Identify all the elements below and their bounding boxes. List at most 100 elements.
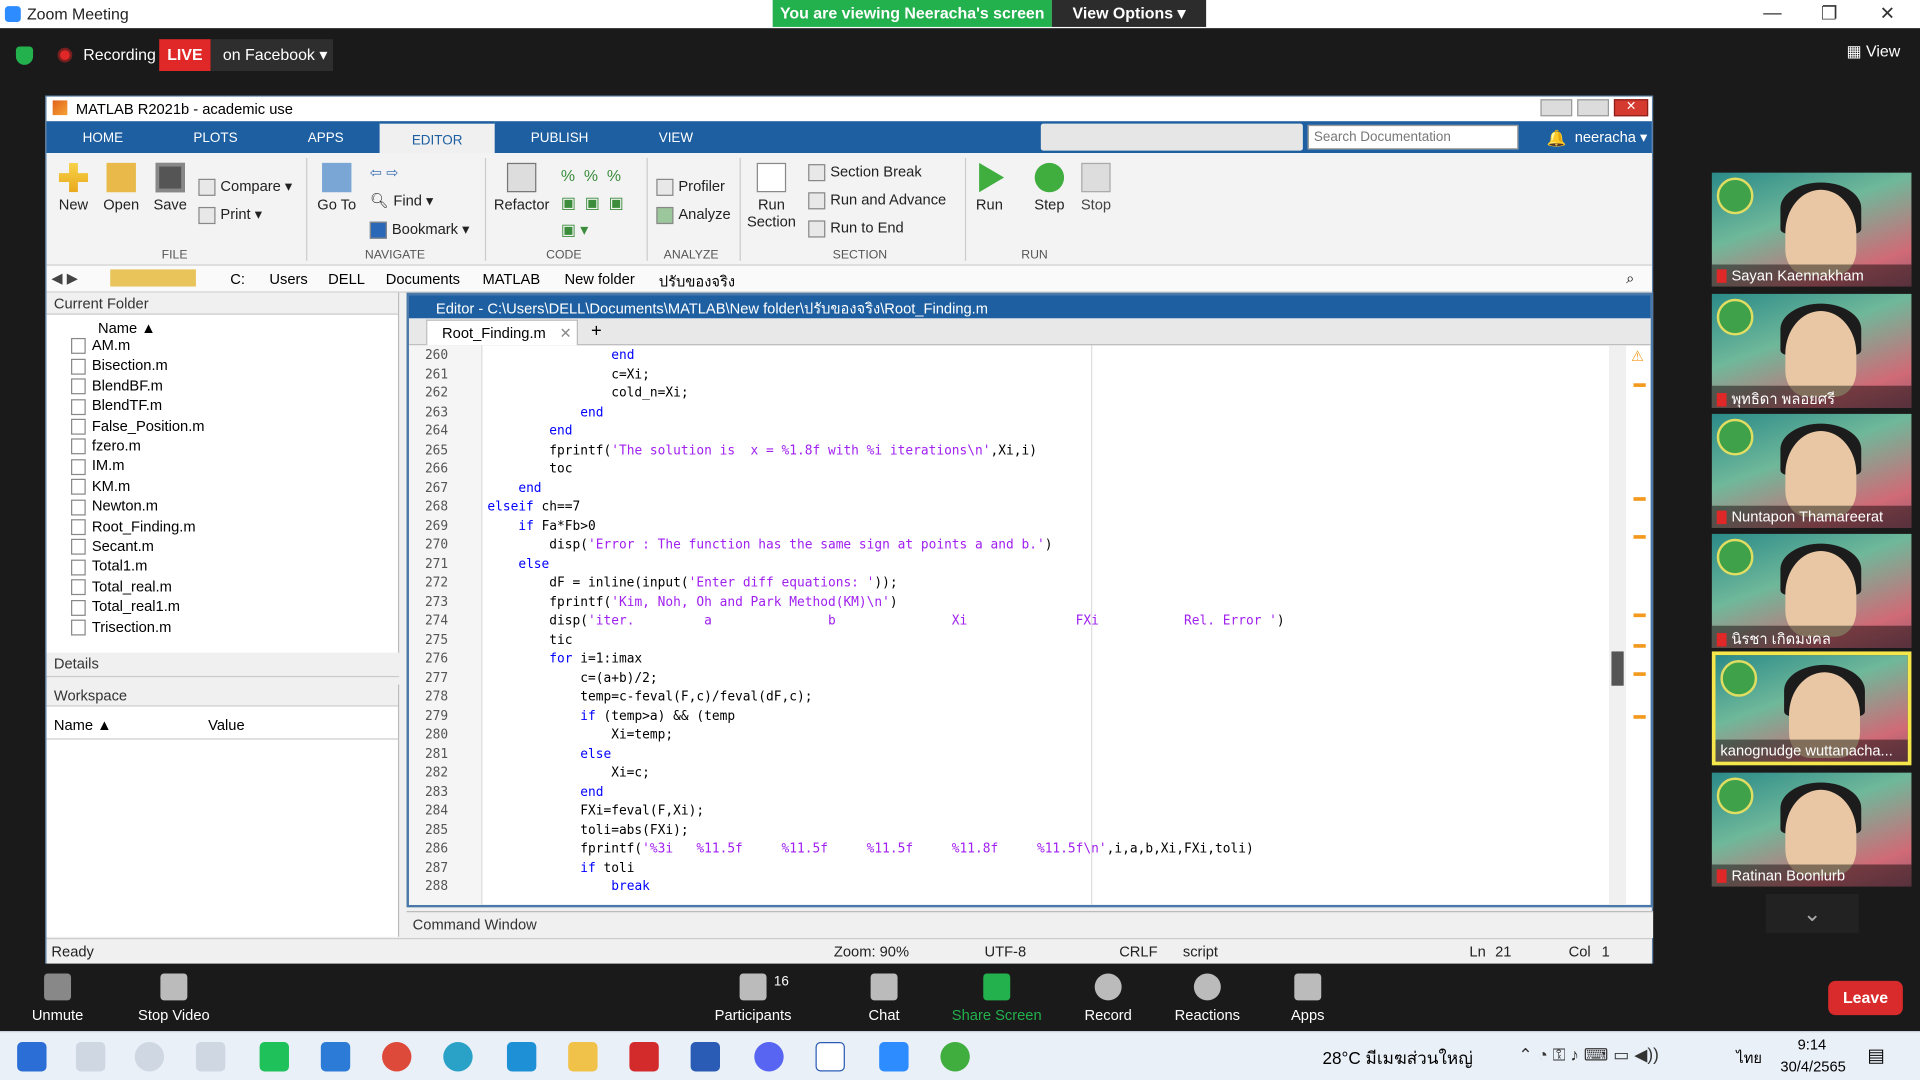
editor-scrollbar[interactable] <box>1608 345 1627 905</box>
profiler-button[interactable]: Profiler <box>656 178 725 196</box>
crumb-documents[interactable]: Documents <box>386 271 460 288</box>
file-item[interactable]: BlendTF.m <box>71 397 162 415</box>
file-item[interactable]: IM.m <box>71 457 124 475</box>
code-analyzer-mark[interactable] <box>1633 715 1646 719</box>
edge-icon[interactable] <box>443 1042 473 1072</box>
record-button[interactable]: Record <box>1080 973 1136 1024</box>
ws-name-column[interactable]: Name ▲ <box>54 716 112 733</box>
tab-home[interactable]: HOME <box>69 121 138 153</box>
more-participants-chevron-icon[interactable]: ⌄ <box>1765 893 1859 934</box>
run-to-end-button[interactable]: Run to End <box>808 219 904 238</box>
file-item[interactable]: False_Position.m <box>71 417 205 435</box>
discord-icon[interactable] <box>754 1042 784 1072</box>
file-item[interactable]: Root_Finding.m <box>71 517 196 536</box>
back-forward-arrows[interactable]: ⇦ ⇨ <box>370 164 399 181</box>
run-and-advance-button[interactable]: Run and Advance <box>808 191 946 210</box>
reactions-button[interactable]: Reactions <box>1171 973 1244 1024</box>
code-analyzer-mark[interactable] <box>1633 644 1646 648</box>
search-documentation-input[interactable]: Search Documentation <box>1307 124 1519 150</box>
code-line[interactable]: end <box>487 348 634 363</box>
stop-button[interactable]: Stop <box>1078 162 1115 213</box>
leave-button[interactable]: Leave <box>1828 980 1903 1016</box>
code-line[interactable]: end <box>487 784 603 799</box>
chrome-icon[interactable] <box>382 1042 412 1072</box>
code-line[interactable]: elseif ch==7 <box>487 500 580 515</box>
file-item[interactable]: Secant.m <box>71 538 154 556</box>
code-analyzer-mark[interactable] <box>1633 497 1646 501</box>
zoom-taskbar-icon[interactable] <box>879 1042 909 1072</box>
file-item[interactable]: Total1.m <box>71 558 147 576</box>
name-column-header[interactable]: Name ▲ <box>98 320 156 337</box>
code-line[interactable]: else <box>487 557 549 572</box>
code-line[interactable]: for i=1:imax <box>487 651 642 666</box>
run-button[interactable]: Run <box>972 162 1006 213</box>
code-line[interactable]: fprintf('Kim, Noh, Oh and Park Method(KM… <box>487 594 897 609</box>
code-line[interactable]: if toli <box>487 860 634 875</box>
crumb-drive[interactable]: C: <box>230 271 245 288</box>
tab-plots[interactable]: PLOTS <box>181 121 250 153</box>
code-analyzer-mark[interactable] <box>1633 672 1646 676</box>
file-item[interactable]: KM.m <box>71 477 130 495</box>
code-line[interactable]: c=(a+b)/2; <box>487 670 657 685</box>
refactor-button[interactable]: Refactor <box>492 162 551 213</box>
ml-close-icon[interactable]: ✕ <box>1613 99 1649 117</box>
code-line[interactable]: break <box>487 879 650 894</box>
code-line[interactable]: cold_n=Xi; <box>487 386 688 401</box>
input-language[interactable]: ไทย <box>1736 1047 1762 1070</box>
minimize-icon[interactable]: — <box>1763 2 1781 23</box>
crumb-new-folder[interactable]: New folder <box>564 271 634 288</box>
ml-minimize-icon[interactable] <box>1540 99 1573 117</box>
crumb-matlab[interactable]: MATLAB <box>482 271 540 288</box>
code-line[interactable]: dF = inline(input('Enter diff equations:… <box>487 576 897 591</box>
tab-editor[interactable]: EDITOR <box>379 121 495 154</box>
step-button[interactable]: Step <box>1031 162 1068 213</box>
crumb-dell[interactable]: DELL <box>328 271 365 288</box>
ml-restore-icon[interactable] <box>1577 99 1609 117</box>
clock-time[interactable]: 9:14 <box>1798 1036 1827 1053</box>
code-line[interactable]: end <box>487 481 541 496</box>
code-line[interactable]: else <box>487 746 611 761</box>
cortana-icon[interactable] <box>134 1042 165 1072</box>
code-line[interactable]: Xi=temp; <box>487 727 673 742</box>
file-explorer-icon[interactable] <box>568 1042 598 1072</box>
file-item[interactable]: Total_real1.m <box>71 598 180 616</box>
task-view-icon[interactable] <box>195 1042 226 1072</box>
participant-tile[interactable]: Ratinan Boonlurb <box>1711 772 1912 887</box>
code-line[interactable]: FXi=feval(F,Xi); <box>487 803 704 818</box>
code-line[interactable]: Xi=c; <box>487 765 650 780</box>
file-item[interactable]: Newton.m <box>71 497 158 515</box>
code-line[interactable]: if Fa*Fb>0 <box>487 519 595 534</box>
code-line[interactable]: fprintf('The solution is x = %1.8f with … <box>487 443 1037 458</box>
code-line[interactable]: end <box>487 405 603 420</box>
participant-tile[interactable]: Nuntapon Thamareerat <box>1711 413 1912 528</box>
word-icon[interactable] <box>690 1042 721 1072</box>
file-item[interactable]: BlendBF.m <box>71 377 163 395</box>
notification-bell-icon[interactable]: 🔔 <box>1547 129 1567 149</box>
code-line[interactable]: disp('iter. a b Xi FXi Rel. Error ') <box>487 613 1284 628</box>
address-search-icon[interactable]: ⌕ <box>1626 269 1634 287</box>
code-line[interactable]: end <box>487 424 572 439</box>
tab-view[interactable]: VIEW <box>644 121 708 153</box>
code-analyzer-mark[interactable] <box>1633 535 1646 539</box>
tab-apps[interactable]: APPS <box>291 121 360 153</box>
new-button[interactable]: New <box>56 162 90 213</box>
open-button[interactable]: Open <box>103 162 140 213</box>
restore-icon[interactable]: ❐ <box>1821 2 1837 25</box>
clock-date[interactable]: 30/4/2565 <box>1780 1058 1845 1075</box>
file-item[interactable]: fzero.m <box>71 437 141 455</box>
run-section-button[interactable]: Run Section <box>747 162 796 230</box>
notifications-icon[interactable]: ▤ <box>1867 1044 1884 1067</box>
system-tray-icons[interactable]: ⌃ ◔ ⚿ ♪ ⌨ ▭ ◀)) <box>1518 1044 1658 1065</box>
code-tools-icons[interactable]: % % % ▣ ▣ ▣ ▣ ▾ <box>561 163 644 239</box>
section-break-button[interactable]: Section Break <box>808 163 922 182</box>
mail-icon[interactable] <box>320 1042 351 1072</box>
details-panel[interactable]: Details <box>46 652 400 678</box>
crumb-subfolder[interactable]: ปรับของจริง <box>659 271 735 294</box>
chat-button[interactable]: Chat <box>857 973 911 1024</box>
code-line[interactable]: temp=c-feval(F,c)/feval(dF,c); <box>487 689 812 704</box>
code-line[interactable]: toli=abs(FXi); <box>487 822 688 837</box>
participant-tile[interactable]: Sayan Kaennakham <box>1711 172 1912 287</box>
share-screen-button[interactable]: Share Screen <box>950 973 1043 1024</box>
chrome-alt-icon[interactable] <box>940 1042 970 1072</box>
participant-tile[interactable]: พุทธิดา พลอยศรี <box>1711 293 1912 408</box>
